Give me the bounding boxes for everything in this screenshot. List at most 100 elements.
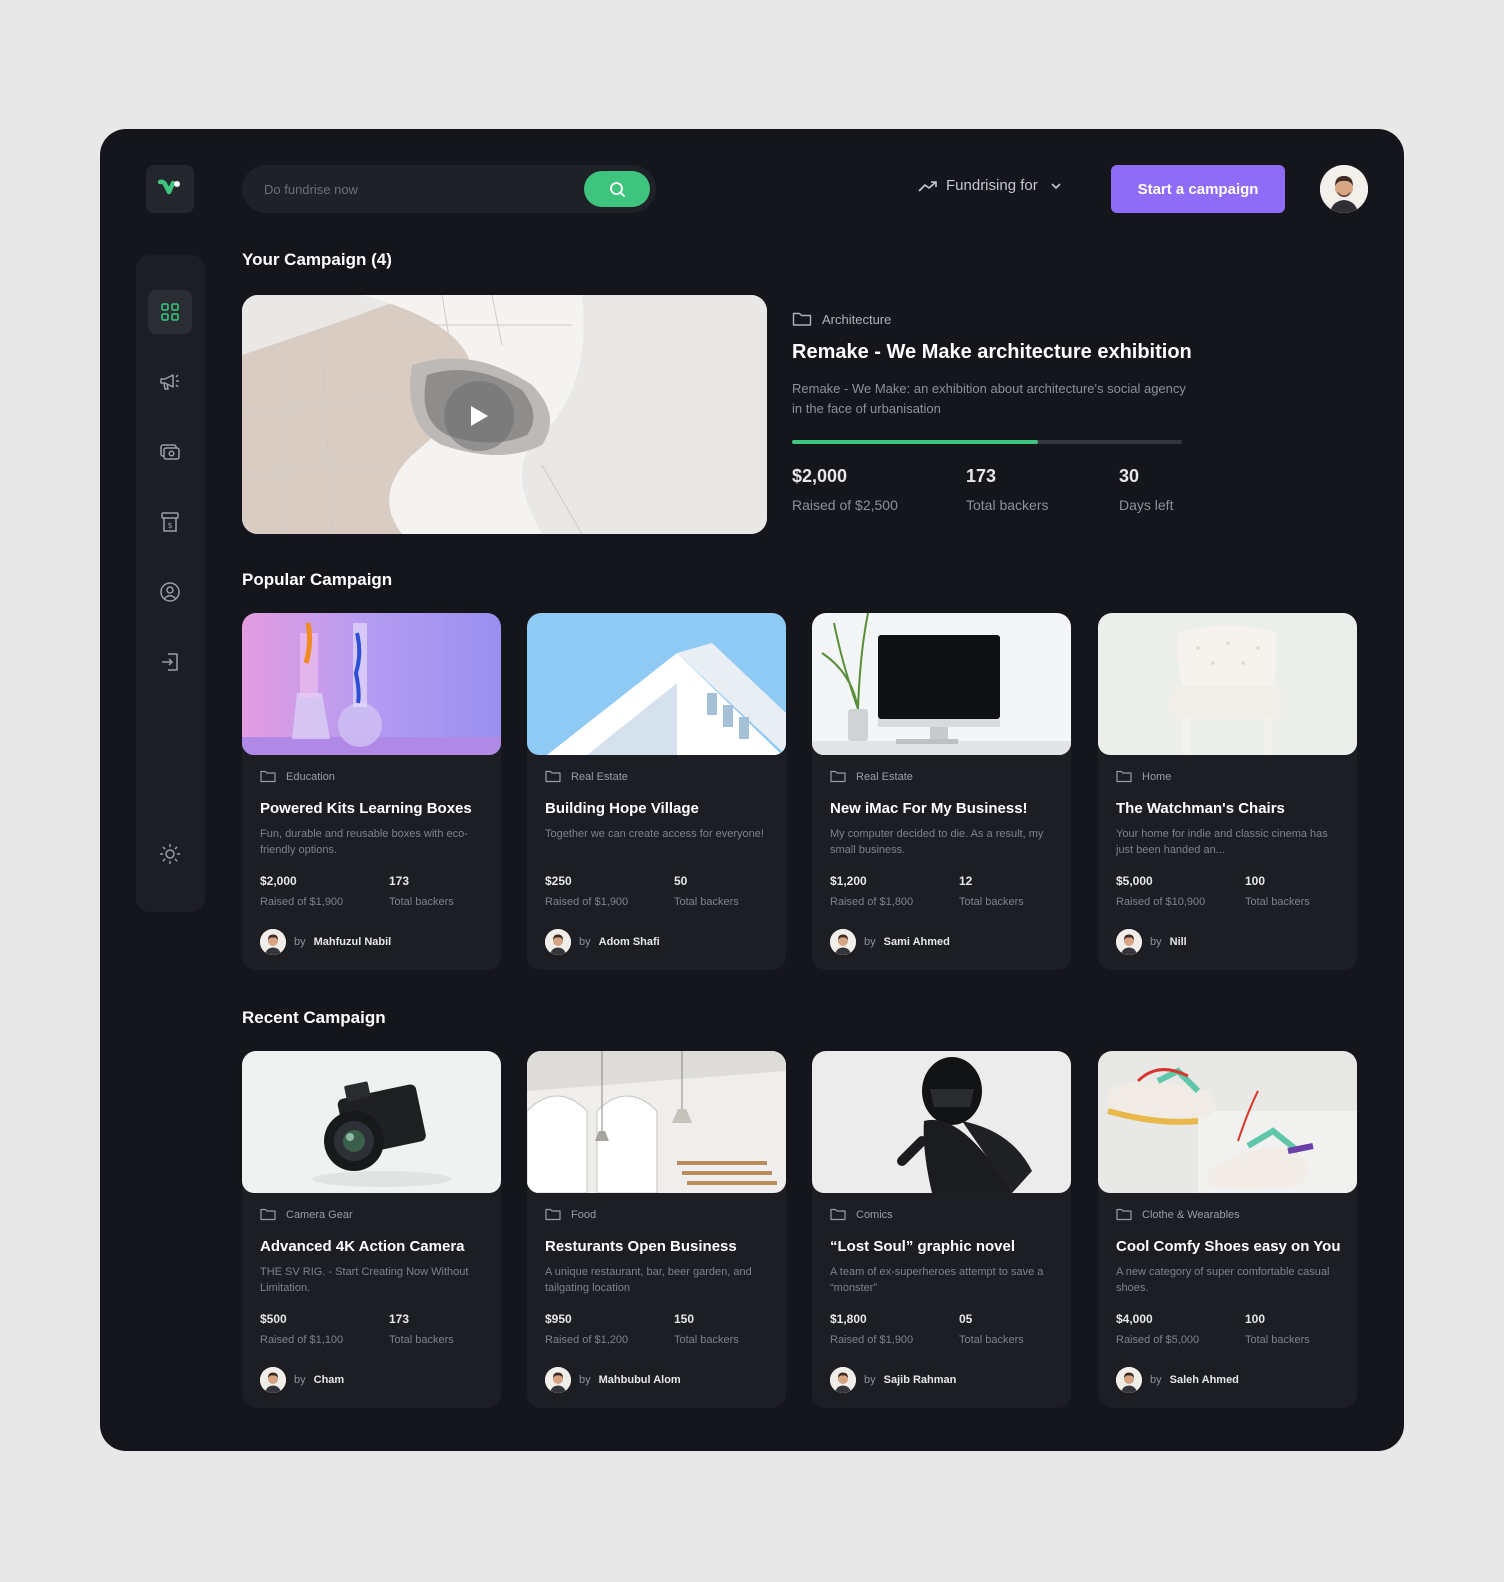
author-by: by: [1150, 1374, 1162, 1386]
campaign-image[interactable]: [242, 613, 501, 755]
card-title[interactable]: Building Hope Village: [545, 800, 699, 817]
start-campaign-button[interactable]: Start a campaign: [1111, 165, 1285, 213]
author-name: Mahbubul Alom: [598, 1374, 681, 1386]
card-category: Real Estate: [830, 770, 913, 783]
sun-icon: [159, 843, 181, 865]
card-description: A team of ex-superheroes attempt to save…: [830, 1266, 1044, 1294]
card-title[interactable]: Cool Comfy Shoes easy on You: [1116, 1238, 1341, 1255]
author-avatar: [1116, 1367, 1142, 1393]
fundrising-for-dropdown[interactable]: Fundrising for: [918, 177, 1062, 194]
user-avatar[interactable]: [1320, 165, 1368, 213]
login-icon: [162, 653, 178, 671]
grid-icon: [161, 303, 179, 321]
backers-label: Total backers: [674, 896, 739, 908]
search-icon: [609, 181, 625, 197]
card-author[interactable]: by Mahfuzul Nabil: [260, 929, 391, 955]
campaign-photo: [242, 613, 501, 755]
search-input[interactable]: [264, 165, 564, 213]
card-title[interactable]: Powered Kits Learning Boxes: [260, 800, 472, 817]
card-author[interactable]: by Adom Shafi: [545, 929, 660, 955]
card-title[interactable]: The Watchman's Chairs: [1116, 800, 1285, 817]
raised-value: $1,800: [830, 1312, 867, 1326]
folder-icon: [830, 770, 846, 783]
campaign-photo: [527, 613, 786, 755]
author-by: by: [579, 936, 591, 948]
featured-campaign-description: Remake - We Make: an exhibition about ar…: [792, 381, 1186, 416]
card-author[interactable]: by Nill: [1116, 929, 1187, 955]
recent-campaign-card[interactable]: Camera Gear Advanced 4K Action Camera TH…: [242, 1051, 501, 1408]
raised-label: Raised of $5,000: [1116, 1334, 1200, 1346]
author-avatar: [260, 1367, 286, 1393]
sidebar-item-payments[interactable]: $: [148, 500, 192, 544]
campaign-image[interactable]: [527, 613, 786, 755]
card-title[interactable]: Resturants Open Business: [545, 1238, 737, 1255]
card-author[interactable]: by Sami Ahmed: [830, 929, 950, 955]
search-button[interactable]: [584, 171, 650, 207]
author-by: by: [1150, 936, 1162, 948]
card-description: THE SV RIG. - Start Creating Now Without…: [260, 1266, 469, 1294]
sidebar-item-logout[interactable]: [148, 640, 192, 684]
popular-campaign-card[interactable]: Real Estate New iMac For My Business! My…: [812, 613, 1071, 970]
card-raised: $250 Raised of $1,900: [545, 874, 628, 908]
card-backers: 173 Total backers: [389, 1312, 454, 1346]
campaign-image[interactable]: [242, 1051, 501, 1193]
avatar-image: [1116, 1367, 1142, 1393]
raised-value: $2,000: [260, 874, 297, 888]
author-avatar: [545, 1367, 571, 1393]
card-raised: $1,200 Raised of $1,800: [830, 874, 913, 908]
sidebar-item-profile[interactable]: [148, 570, 192, 614]
author-name: Mahfuzul Nabil: [313, 936, 392, 948]
backers-label: Total backers: [1245, 896, 1310, 908]
card-author[interactable]: by Sajib Rahman: [830, 1367, 956, 1393]
card-author[interactable]: by Mahbubul Alom: [545, 1367, 681, 1393]
author-avatar: [545, 929, 571, 955]
card-category-label: Real Estate: [571, 770, 628, 783]
card-author[interactable]: by Cham: [260, 1367, 344, 1393]
days-label: Days left: [1119, 497, 1174, 513]
folder-icon: [830, 1208, 846, 1221]
raised-value: $4,000: [1116, 1312, 1153, 1326]
card-title[interactable]: Advanced 4K Action Camera: [260, 1238, 465, 1255]
play-button[interactable]: [444, 381, 514, 451]
recent-campaign-card[interactable]: Clothe & Wearables Cool Comfy Shoes easy…: [1098, 1051, 1357, 1408]
campaign-image[interactable]: [812, 1051, 1071, 1193]
sidebar-item-campaigns[interactable]: [148, 360, 192, 404]
card-title[interactable]: New iMac For My Business!: [830, 800, 1028, 817]
popular-campaign-card[interactable]: Real Estate Building Hope Village Togeth…: [527, 613, 786, 970]
recent-campaign-card[interactable]: Comics “Lost Soul” graphic novel A team …: [812, 1051, 1071, 1408]
folder-icon: [545, 770, 561, 783]
card-description: Fun, durable and reusable boxes with eco…: [260, 828, 468, 856]
sidebar-item-funds[interactable]: [148, 430, 192, 474]
backers-value: 50: [674, 874, 688, 888]
campaign-image[interactable]: [527, 1051, 786, 1193]
avatar-image: [1116, 929, 1142, 955]
campaign-image[interactable]: [812, 613, 1071, 755]
sidebar-item-dashboard[interactable]: [148, 290, 192, 334]
featured-category: Architecture: [792, 311, 891, 327]
backers-value: 150: [674, 1312, 695, 1326]
featured-days-left: 30 Days left: [1119, 466, 1173, 513]
theme-toggle[interactable]: [148, 832, 192, 876]
card-backers: 12 Total backers: [959, 874, 1024, 908]
backers-value: 12: [959, 874, 973, 888]
featured-video-thumbnail[interactable]: [242, 295, 767, 534]
campaign-image[interactable]: [1098, 613, 1357, 755]
backers-label: Total backers: [1245, 1334, 1310, 1346]
featured-campaign-title[interactable]: Remake - We Make architecture exhibition: [792, 341, 1192, 364]
author-by: by: [864, 936, 876, 948]
backers-value: 100: [1245, 874, 1266, 888]
card-author[interactable]: by Saleh Ahmed: [1116, 1367, 1239, 1393]
author-name: Nill: [1169, 936, 1187, 948]
popular-campaign-card[interactable]: Education Powered Kits Learning Boxes Fu…: [242, 613, 501, 970]
card-category-label: Comics: [856, 1208, 893, 1221]
logo[interactable]: [146, 165, 194, 213]
campaign-photo: [527, 1051, 786, 1193]
megaphone-icon: [160, 374, 179, 390]
recent-campaign-card[interactable]: Food Resturants Open Business A unique r…: [527, 1051, 786, 1408]
popular-campaign-card[interactable]: Home The Watchman's Chairs Your home for…: [1098, 613, 1357, 970]
raised-label: Raised of $1,900: [260, 896, 344, 908]
campaign-image[interactable]: [1098, 1051, 1357, 1193]
card-title[interactable]: “Lost Soul” graphic novel: [830, 1238, 1015, 1255]
card-description: A new category of super comfortable casu…: [1116, 1266, 1330, 1294]
avatar-image: [1320, 165, 1368, 213]
